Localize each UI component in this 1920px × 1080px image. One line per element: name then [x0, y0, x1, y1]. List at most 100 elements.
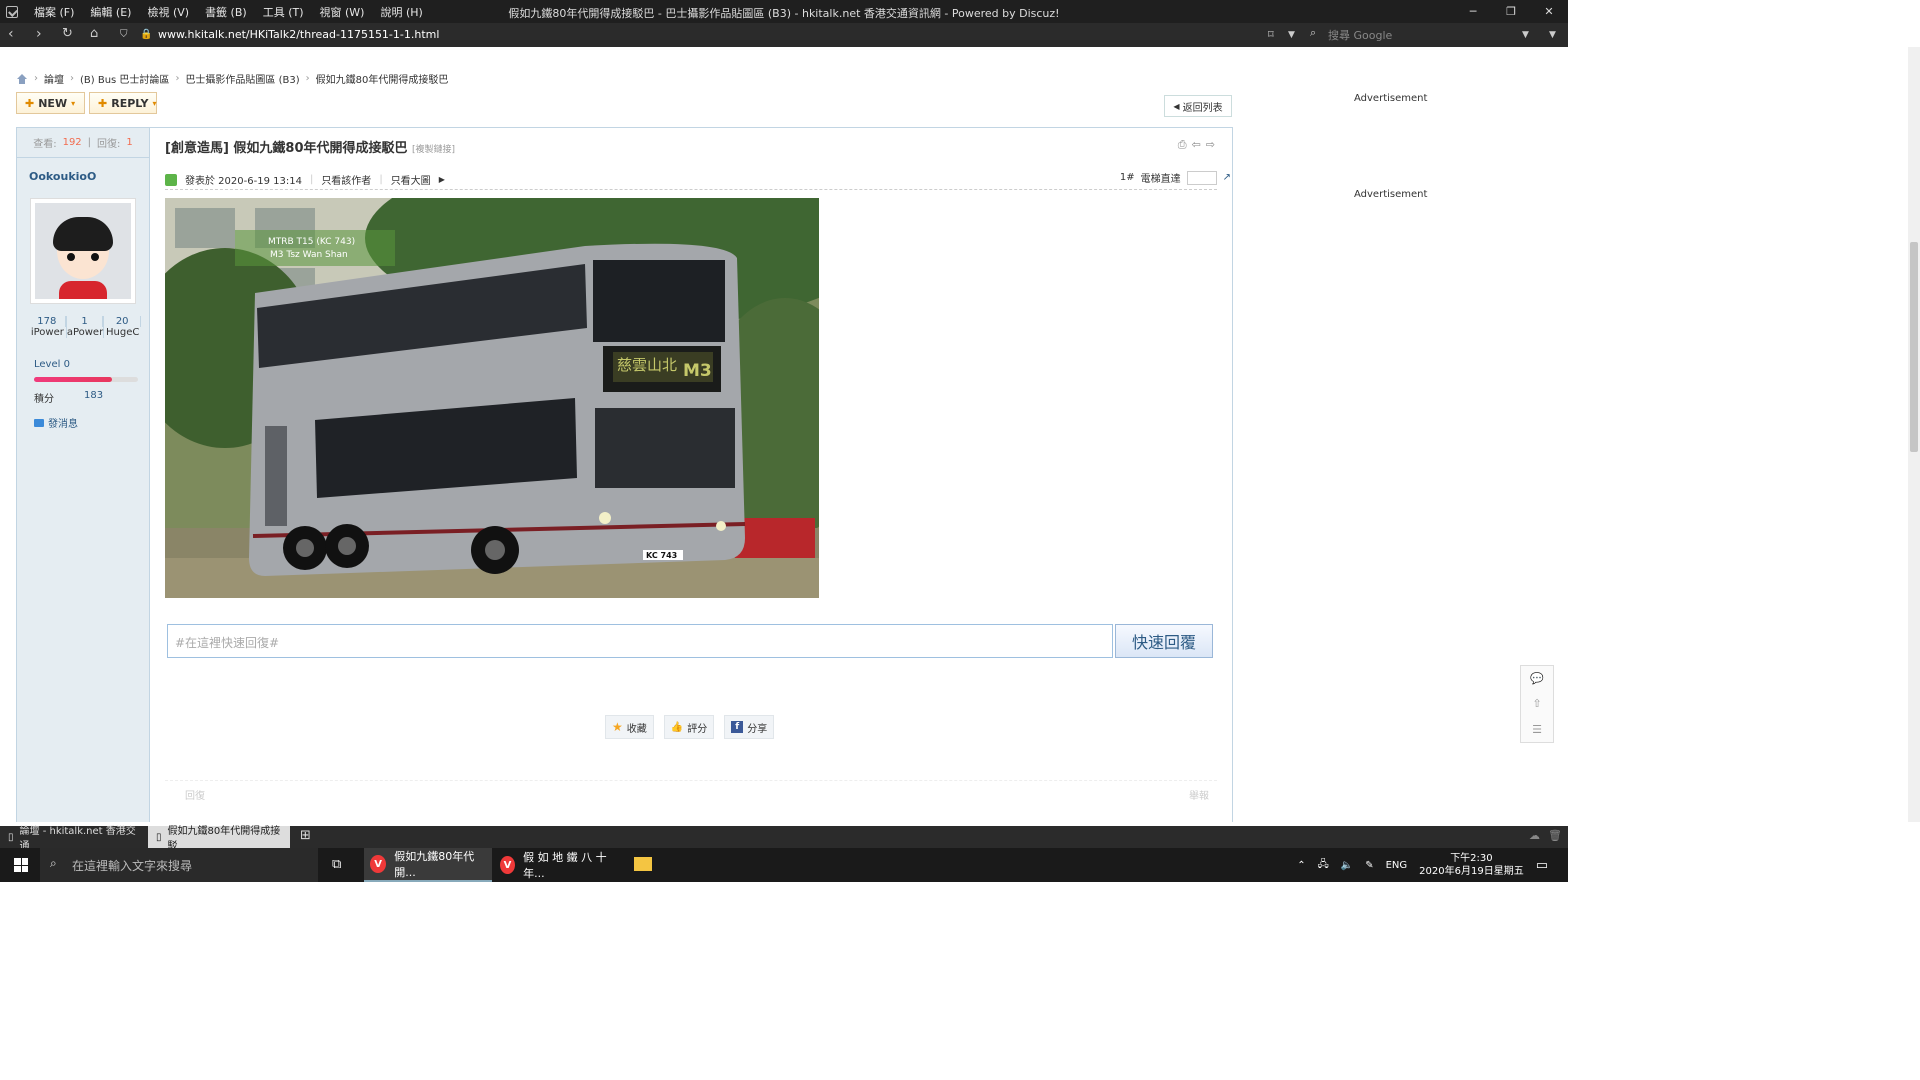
- page-scrollbar[interactable]: [1908, 47, 1920, 822]
- quick-reply-input[interactable]: #在這裡快速回復#: [167, 624, 1113, 658]
- breadcrumb-thread[interactable]: 假如九鐵80年代開得成接駁巴: [316, 71, 449, 86]
- favorite-button[interactable]: ★ 收藏: [605, 715, 654, 739]
- play-icon: ▶: [438, 175, 445, 184]
- vivaldi-app-icon[interactable]: [6, 6, 18, 18]
- rate-label: 評分: [687, 723, 708, 735]
- bus-photo-graphic: 慈雲山北 M3 KC 743 MTRB T15 (KC 743) M3 Tsz: [165, 198, 819, 598]
- restore-icon[interactable]: ❐: [1492, 0, 1530, 23]
- menu-window[interactable]: 視窗 (W): [320, 4, 365, 20]
- reply-link[interactable]: 回復: [185, 791, 205, 802]
- hugec-value[interactable]: 20: [104, 316, 142, 327]
- only-author-link[interactable]: 只看該作者: [321, 172, 371, 187]
- minimize-icon[interactable]: ─: [1454, 0, 1492, 23]
- prev-thread-icon[interactable]: ⇦: [1192, 138, 1201, 152]
- caret-left-icon: ◀: [1173, 101, 1180, 111]
- new-thread-button[interactable]: ✚ NEW ▾: [16, 92, 85, 114]
- post-time: 發表於 2020-6-19 13:14: [185, 176, 302, 187]
- advertisement: Advertisement: [1354, 93, 1428, 104]
- close-icon[interactable]: ✕: [1530, 0, 1568, 23]
- share-button[interactable]: f 分享: [724, 715, 775, 739]
- reload-icon[interactable]: ↻: [62, 26, 73, 41]
- author-name[interactable]: OokoukioO: [29, 170, 149, 183]
- taskbar-search[interactable]: ⌕ 在這裡輸入文字來搜尋: [40, 848, 318, 882]
- taskbar-item-vivaldi-2[interactable]: V 假 如 地 鐵 八 十 年...: [494, 848, 620, 882]
- menu-bar: 檔案 (F) 編輯 (E) 檢視 (V) 書籤 (B) 工具 (T) 視窗 (W…: [6, 4, 423, 20]
- forward-icon[interactable]: ›: [36, 26, 42, 42]
- menu-bookmarks[interactable]: 書籤 (B): [205, 4, 247, 20]
- hugec-label: HugeC: [106, 327, 140, 338]
- thread-title-text: [創意造馬] 假如九鐵80年代開得成接駁巴: [165, 141, 408, 156]
- tab-thread[interactable]: ▯ 假如九鐵80年代開得成接駁: [148, 826, 290, 852]
- dropdown-icon[interactable]: ▼: [1288, 30, 1295, 40]
- credit-row: 積分 183: [34, 390, 103, 405]
- panel-toggle-icon[interactable]: ▼: [1549, 30, 1556, 40]
- notification-icon[interactable]: ▭: [1536, 858, 1548, 873]
- star-icon: ★: [612, 720, 623, 734]
- tab-forum[interactable]: ▯ 論壇 - hkitalk.net 香港交通: [0, 826, 146, 852]
- search-icon: ⌕: [50, 856, 57, 870]
- next-thread-icon[interactable]: ⇨: [1206, 138, 1215, 152]
- comment-icon[interactable]: 💬: [1530, 672, 1544, 685]
- breadcrumb-forum[interactable]: 論壇: [44, 71, 64, 86]
- avatar[interactable]: [30, 198, 136, 304]
- search-field[interactable]: ⌕ 搜尋 Google: [1308, 25, 1540, 44]
- pen-icon[interactable]: ✎: [1365, 860, 1373, 871]
- list-icon[interactable]: ☰: [1532, 723, 1542, 736]
- menu-edit[interactable]: 編輯 (E): [90, 4, 131, 20]
- chevron-down-icon: ▾: [71, 98, 76, 108]
- send-message-link[interactable]: 發消息: [34, 415, 78, 430]
- photo-caption-1: MTRB T15 (KC 743): [268, 237, 355, 247]
- post-image[interactable]: 慈雲山北 M3 KC 743 MTRB T15 (KC 743) M3 Tsz: [165, 198, 819, 598]
- ipower-value[interactable]: 178: [29, 316, 66, 327]
- taskbar-item-1-label: 假如九鐵80年代開...: [394, 850, 475, 879]
- copy-link[interactable]: [複製鏈接]: [412, 145, 455, 155]
- floor-input[interactable]: [1186, 170, 1217, 185]
- reply-label: REPLY: [111, 96, 149, 110]
- trash-icon[interactable]: 🗑: [1548, 829, 1562, 842]
- breadcrumb-b3[interactable]: 巴士攝影作品貼圖區 (B3): [185, 71, 299, 86]
- search-engine-dropdown-icon[interactable]: ▼: [1522, 30, 1529, 40]
- menu-file[interactable]: 檔案 (F): [34, 4, 74, 20]
- taskbar: ⌕ 在這裡輸入文字來搜尋 ⧉ V 假如九鐵80年代開... V 假 如 地 鐵 …: [0, 848, 1568, 882]
- bookmark-icon[interactable]: ⌑: [1268, 28, 1274, 41]
- menu-view[interactable]: 檢視 (V): [147, 4, 189, 20]
- back-to-top-icon[interactable]: ⇧: [1532, 697, 1541, 710]
- cloud-icon[interactable]: ☁: [1529, 829, 1540, 842]
- taskbar-item-vivaldi-1[interactable]: V 假如九鐵80年代開...: [364, 848, 492, 882]
- task-view-icon[interactable]: ⧉: [332, 857, 341, 872]
- network-icon[interactable]: 🖧: [1318, 857, 1329, 874]
- reply-button[interactable]: ✚ REPLY ▾: [89, 92, 157, 114]
- url-field[interactable]: www.hkitalk.net/HKiTalk2/thread-1175151-…: [158, 28, 439, 41]
- user-level[interactable]: Level 0: [34, 359, 70, 370]
- system-tray: ⌃ 🖧 🔈 ✎ ENG 下午2:30 2020年6月19日星期五 ▭: [1297, 848, 1548, 882]
- language-indicator[interactable]: ENG: [1386, 860, 1408, 871]
- rate-button[interactable]: 👍 評分: [663, 715, 715, 739]
- home-breadcrumb-icon[interactable]: [16, 73, 28, 84]
- quick-reply-button[interactable]: 快速回覆: [1115, 624, 1213, 658]
- home-icon[interactable]: ⌂: [90, 26, 98, 41]
- chevron-up-icon[interactable]: ⌃: [1297, 860, 1305, 871]
- search-placeholder: 搜尋 Google: [1328, 29, 1393, 42]
- menu-help[interactable]: 說明 (H): [380, 4, 422, 20]
- back-to-list-button[interactable]: ◀ 返回列表: [1164, 95, 1232, 117]
- ipower-label: iPower: [30, 327, 64, 338]
- vivaldi-icon: V: [370, 855, 387, 873]
- breadcrumb-bus[interactable]: (B) Bus 巴士討論區: [80, 71, 169, 86]
- menu-tools[interactable]: 工具 (T): [263, 4, 304, 20]
- volume-icon[interactable]: 🔈: [1341, 860, 1353, 871]
- back-icon[interactable]: ‹: [8, 26, 14, 42]
- destination-cn: 慈雲山北: [617, 356, 677, 374]
- windows-start-icon[interactable]: [14, 858, 28, 872]
- go-icon[interactable]: ↗: [1223, 172, 1231, 183]
- print-icon[interactable]: ⎙: [1178, 138, 1187, 152]
- new-tab-icon[interactable]: ⊞: [300, 828, 311, 843]
- only-image-link[interactable]: 只看大圖: [391, 172, 431, 187]
- clock[interactable]: 下午2:30 2020年6月19日星期五: [1419, 852, 1524, 878]
- report-link[interactable]: 舉報: [1189, 787, 1209, 802]
- elevator-label: 電梯直達: [1140, 174, 1181, 185]
- file-explorer-icon[interactable]: [634, 857, 652, 871]
- address-bar: ‹ › ↻ ⌂ ⛉ 🔒 www.hkitalk.net/HKiTalk2/thr…: [0, 23, 1568, 47]
- apower-value[interactable]: 1: [67, 316, 104, 327]
- shield-icon[interactable]: ⛉: [120, 29, 128, 40]
- post-actions: ★ 收藏 👍 評分 f 分享: [605, 715, 775, 739]
